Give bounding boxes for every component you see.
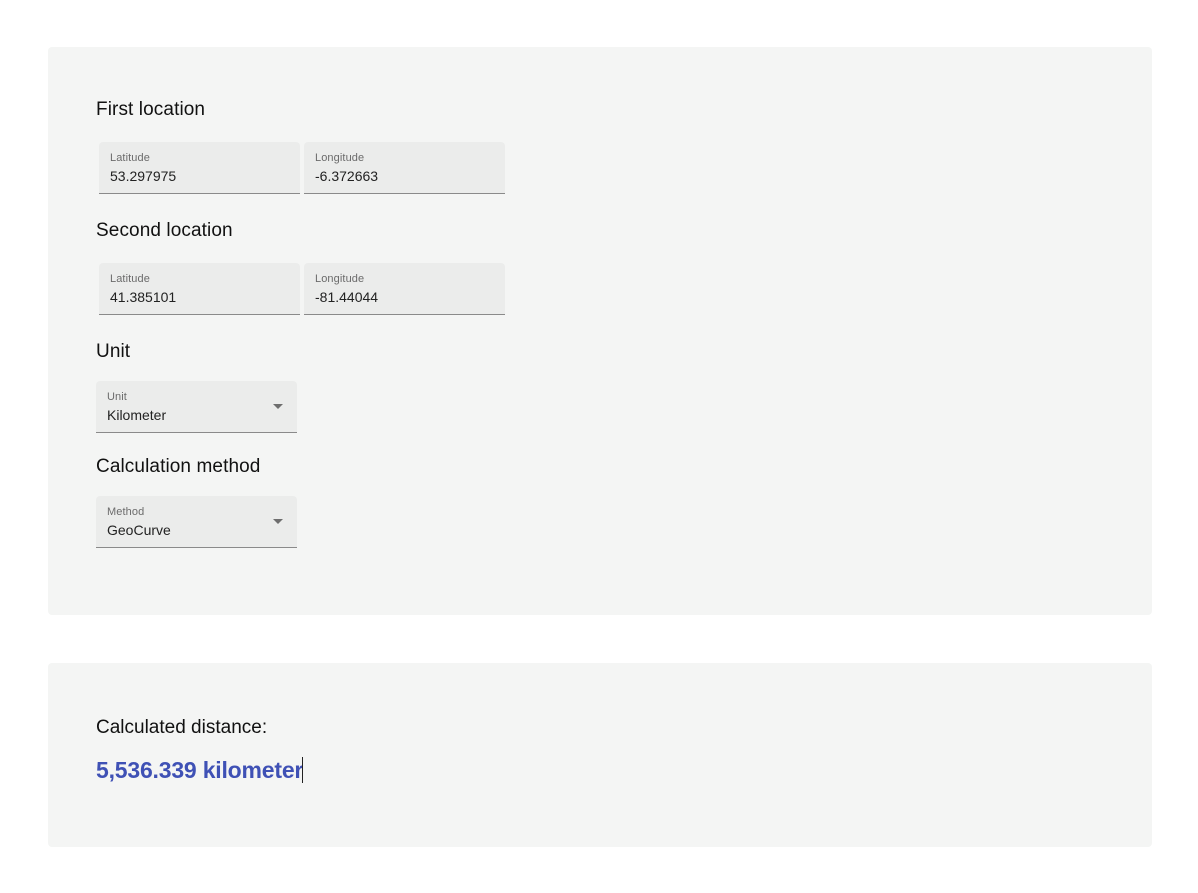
distance-text: 5,536.339 kilometer: [96, 757, 304, 783]
second-latitude-field[interactable]: Latitude: [99, 263, 300, 315]
text-cursor: [302, 757, 304, 783]
method-select-value: GeoCurve: [107, 522, 171, 538]
unit-select-value: Kilometer: [107, 407, 167, 423]
first-latitude-input[interactable]: [110, 168, 280, 184]
second-latitude-label: Latitude: [110, 273, 150, 285]
second-longitude-input[interactable]: [315, 289, 485, 305]
location-form-card: First location Latitude Longitude Second…: [48, 47, 1152, 615]
unit-title: Unit: [96, 341, 131, 362]
method-select[interactable]: Method GeoCurve: [96, 496, 297, 548]
calculated-distance-value: 5,536.339 kilometer: [96, 757, 303, 784]
first-latitude-field[interactable]: Latitude: [99, 142, 300, 194]
first-latitude-label: Latitude: [110, 152, 150, 164]
first-longitude-field[interactable]: Longitude: [304, 142, 505, 194]
second-location-title: Second location: [96, 220, 233, 241]
chevron-down-icon: [273, 404, 283, 409]
unit-select-label: Unit: [107, 391, 127, 403]
calculation-method-title: Calculation method: [96, 456, 261, 477]
first-location-title: First location: [96, 99, 206, 120]
first-longitude-input[interactable]: [315, 168, 485, 184]
second-latitude-input[interactable]: [110, 289, 280, 305]
method-select-label: Method: [107, 506, 145, 518]
second-longitude-field[interactable]: Longitude: [304, 263, 505, 315]
chevron-down-icon: [273, 519, 283, 524]
first-longitude-label: Longitude: [315, 152, 365, 164]
calculated-distance-label: Calculated distance:: [96, 717, 268, 738]
second-longitude-label: Longitude: [315, 273, 365, 285]
result-card: Calculated distance: 5,536.339 kilometer: [48, 663, 1152, 847]
unit-select[interactable]: Unit Kilometer: [96, 381, 297, 433]
